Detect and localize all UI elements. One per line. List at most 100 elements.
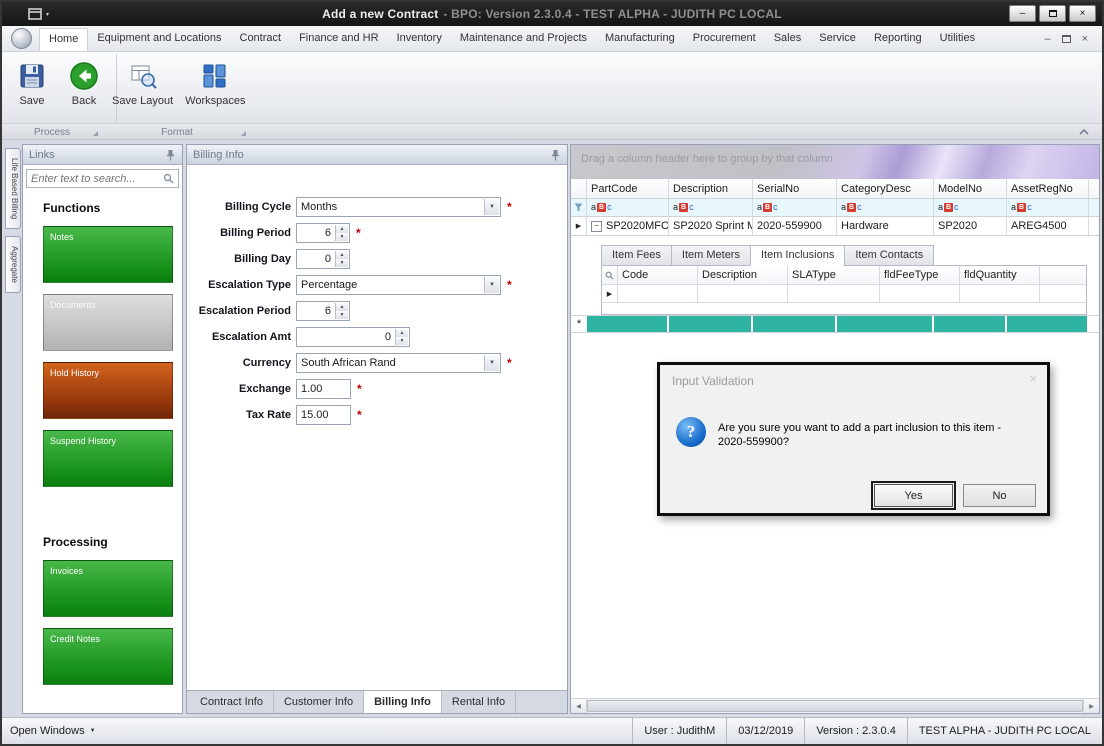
tab-maintenance-and-projects[interactable]: Maintenance and Projects — [451, 28, 596, 51]
exchange-field[interactable]: 1.00 — [296, 379, 351, 399]
scroll-left-icon[interactable]: ◀ — [571, 699, 587, 713]
filter-cell-partcode[interactable]: aBc — [587, 199, 669, 216]
filter-cell-assetregno[interactable]: aBc — [1007, 199, 1089, 216]
new-row-cell[interactable] — [753, 316, 837, 332]
billing-period-stepper[interactable]: 6 ▲▼ — [296, 223, 350, 243]
column-header-serialno[interactable]: SerialNo — [753, 179, 837, 198]
mdi-minimize-icon[interactable]: – — [1044, 33, 1050, 45]
credit-notes-button[interactable]: Credit Notes — [43, 628, 173, 685]
tab-reporting[interactable]: Reporting — [865, 28, 931, 51]
escalation-amt-stepper[interactable]: 0 ▲▼ — [296, 327, 410, 347]
yes-button[interactable]: Yes — [874, 484, 953, 507]
mdi-close-icon[interactable]: × — [1082, 33, 1088, 45]
horizontal-scrollbar[interactable]: ◀ ▶ — [571, 698, 1099, 713]
grid-new-item-row[interactable]: * — [571, 315, 1099, 333]
spin-down-icon[interactable]: ▼ — [336, 233, 348, 241]
detail-column-description[interactable]: Description — [698, 266, 788, 284]
save-layout-button[interactable]: Save Layout — [106, 58, 179, 109]
spin-up-icon[interactable]: ▲ — [336, 251, 348, 259]
maximize-button[interactable] — [1039, 5, 1066, 22]
cell-assetregno[interactable]: AREG4500 — [1007, 217, 1089, 235]
dialog-close-icon[interactable]: × — [1029, 371, 1037, 386]
documents-button[interactable]: Documents — [43, 294, 173, 351]
workspaces-button[interactable]: Workspaces — [179, 58, 251, 109]
cell-partcode[interactable]: −SP2020MFC — [587, 217, 669, 235]
new-row-cell[interactable] — [934, 316, 1007, 332]
detail-empty-row[interactable]: ▶ — [602, 285, 1086, 303]
scroll-right-icon[interactable]: ▶ — [1083, 699, 1099, 713]
detail-column-fldquantity[interactable]: fldQuantity — [960, 266, 1040, 284]
cell-description[interactable]: SP2020 Sprint MFC — [669, 217, 753, 235]
suspend-history-button[interactable]: Suspend History — [43, 430, 173, 487]
cell-modelno[interactable]: SP2020 — [934, 217, 1007, 235]
open-windows-button[interactable]: Open Windows ▼ — [10, 725, 96, 737]
tab-finance-and-hr[interactable]: Finance and HR — [290, 28, 388, 51]
dock-tab-aggregate[interactable]: Aggregate — [5, 236, 21, 293]
detail-column-code[interactable]: Code — [618, 266, 698, 284]
close-button[interactable]: × — [1069, 5, 1096, 22]
tab-item-meters[interactable]: Item Meters — [671, 245, 750, 266]
chevron-down-icon[interactable]: ▼ — [484, 199, 499, 215]
billing-cycle-dropdown[interactable]: Months ▼ — [296, 197, 501, 217]
tab-sales[interactable]: Sales — [765, 28, 811, 51]
dock-tab-life-based-billing[interactable]: Life Based Billing — [5, 148, 21, 229]
search-icon[interactable] — [163, 173, 174, 184]
collapse-row-icon[interactable]: − — [591, 221, 602, 232]
tab-billing-info[interactable]: Billing Info — [364, 691, 442, 713]
pin-icon[interactable] — [550, 149, 561, 161]
detail-column-slatype[interactable]: SLAType — [788, 266, 880, 284]
application-menu-button[interactable] — [11, 28, 32, 49]
new-row-cell[interactable] — [587, 316, 669, 332]
tab-utilities[interactable]: Utilities — [931, 28, 984, 51]
tab-item-contacts[interactable]: Item Contacts — [844, 245, 934, 266]
qat-dropdown-icon[interactable]: ▾ — [46, 11, 49, 18]
grid-data-row[interactable]: ▶ −SP2020MFC SP2020 Sprint MFC 2020-5599… — [571, 217, 1099, 236]
dialog-launcher-icon[interactable] — [241, 131, 246, 136]
column-header-modelno[interactable]: ModelNo — [934, 179, 1007, 198]
tab-customer-info[interactable]: Customer Info — [274, 691, 364, 713]
collapse-ribbon-icon[interactable] — [1078, 128, 1090, 139]
column-header-description[interactable]: Description — [669, 179, 753, 198]
spin-down-icon[interactable]: ▼ — [336, 311, 348, 319]
dialog-launcher-icon[interactable] — [93, 131, 98, 136]
tab-home[interactable]: Home — [39, 28, 88, 51]
no-button[interactable]: No — [963, 484, 1036, 507]
detail-column-fldfeetype[interactable]: fldFeeType — [880, 266, 960, 284]
notes-button[interactable]: Notes — [43, 226, 173, 283]
tab-procurement[interactable]: Procurement — [684, 28, 765, 51]
tab-rental-info[interactable]: Rental Info — [442, 691, 516, 713]
tab-item-inclusions[interactable]: Item Inclusions — [750, 245, 844, 266]
spin-up-icon[interactable]: ▲ — [336, 225, 348, 233]
column-header-categorydesc[interactable]: CategoryDesc — [837, 179, 934, 198]
chevron-down-icon[interactable]: ▼ — [484, 355, 499, 371]
tax-rate-field[interactable]: 15.00 — [296, 405, 351, 425]
tab-manufacturing[interactable]: Manufacturing — [596, 28, 684, 51]
new-row-cell[interactable] — [837, 316, 934, 332]
quick-access-toolbar[interactable]: ▾ — [28, 8, 49, 20]
scrollbar-thumb[interactable] — [587, 700, 1083, 712]
spin-up-icon[interactable]: ▲ — [396, 329, 408, 337]
minimize-button[interactable]: – — [1009, 5, 1036, 22]
save-button[interactable]: Save — [6, 58, 58, 109]
group-by-panel[interactable]: Drag a column header here to group by th… — [571, 145, 1099, 179]
back-button[interactable]: Back — [58, 58, 110, 109]
spin-down-icon[interactable]: ▼ — [396, 337, 408, 345]
tab-item-fees[interactable]: Item Fees — [601, 245, 671, 266]
filter-cell-description[interactable]: aBc — [669, 199, 753, 216]
column-header-assetregno[interactable]: AssetRegNo — [1007, 179, 1089, 198]
hold-history-button[interactable]: Hold History — [43, 362, 173, 419]
filter-cell-modelno[interactable]: aBc — [934, 199, 1007, 216]
tab-inventory[interactable]: Inventory — [388, 28, 451, 51]
escalation-type-dropdown[interactable]: Percentage ▼ — [296, 275, 501, 295]
tab-contract-info[interactable]: Contract Info — [190, 691, 274, 713]
tab-equipment-and-locations[interactable]: Equipment and Locations — [88, 28, 230, 51]
column-header-partcode[interactable]: PartCode — [587, 179, 669, 198]
spin-down-icon[interactable]: ▼ — [336, 259, 348, 267]
cell-categorydesc[interactable]: Hardware — [837, 217, 934, 235]
tab-service[interactable]: Service — [810, 28, 865, 51]
filter-cell-categorydesc[interactable]: aBc — [837, 199, 934, 216]
escalation-period-stepper[interactable]: 6 ▲▼ — [296, 301, 350, 321]
tab-contract[interactable]: Contract — [231, 28, 291, 51]
spin-up-icon[interactable]: ▲ — [336, 303, 348, 311]
filter-cell-serialno[interactable]: aBc — [753, 199, 837, 216]
